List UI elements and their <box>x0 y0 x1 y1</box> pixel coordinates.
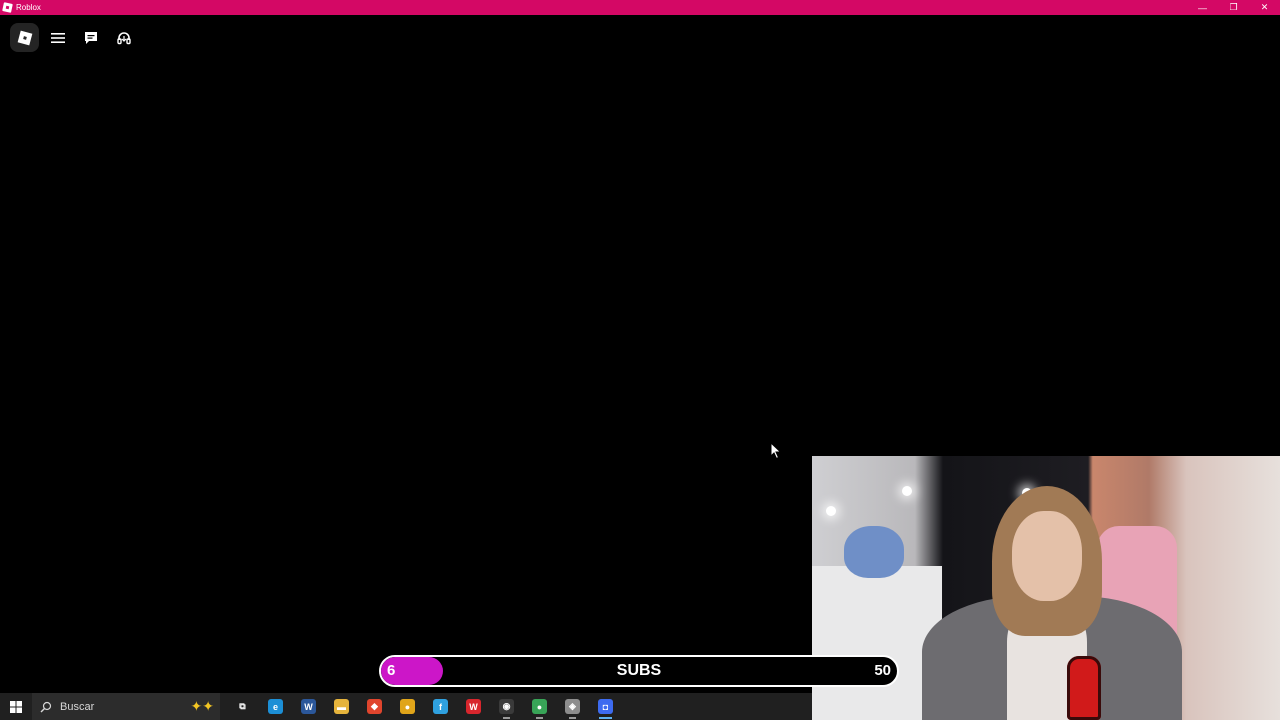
roblox-topbar <box>10 23 138 52</box>
roblox-logo-icon <box>17 30 32 45</box>
roblox-menu-button[interactable] <box>10 23 39 52</box>
windows-taskbar: Buscar ✦✦ ⧉ e W ▬ ◆ ● f W ◉ ● ◈ ◘ <box>0 693 812 720</box>
taskbar-app-obs[interactable]: ◉ <box>490 693 523 720</box>
screen: Roblox — ❐ ✕ 6 SUBS 50 Buscar ✦✦ ⧉ e W ▬… <box>0 0 1280 720</box>
taskbar-app-chrome[interactable]: ● <box>391 693 424 720</box>
chat-button[interactable] <box>76 23 105 52</box>
subs-label: SUBS <box>616 662 662 679</box>
windows-logo-icon <box>10 700 22 713</box>
voice-chat-button[interactable] <box>109 23 138 52</box>
taskbar-app-edge[interactable]: e <box>259 693 292 720</box>
roblox-app-icon <box>2 2 13 13</box>
chat-icon <box>84 31 97 44</box>
restore-button[interactable]: ❐ <box>1218 0 1249 15</box>
chrome-icon: ● <box>400 699 415 714</box>
taskbar-pinned-apps: ⧉ e W ▬ ◆ ● f W ◉ ● ◈ ◘ <box>226 693 622 720</box>
word-icon: W <box>301 699 316 714</box>
edge-icon: e <box>268 699 283 714</box>
subs-goal-count: 50 <box>874 662 891 679</box>
taskbar-app-file-explorer[interactable]: ▬ <box>325 693 358 720</box>
copilot-sparkle-icon: ✦✦ <box>190 698 214 714</box>
search-icon <box>40 701 52 712</box>
search-placeholder: Buscar <box>60 700 95 713</box>
taskbar-app-shield[interactable]: ◈ <box>556 693 589 720</box>
webcam-person-face <box>1012 511 1082 601</box>
start-button[interactable] <box>0 693 32 720</box>
minimize-button[interactable]: — <box>1187 0 1218 15</box>
obs-icon: ◉ <box>499 699 514 714</box>
wps-icon: W <box>466 699 481 714</box>
hamburger-menu-icon <box>50 32 65 43</box>
shield-icon: ◈ <box>565 699 580 714</box>
headset-icon <box>116 31 131 44</box>
recorder-icon: ◆ <box>367 699 382 714</box>
chrome-profile-icon: ● <box>532 699 547 714</box>
webcam-light <box>826 506 836 516</box>
taskbar-app-task-view[interactable]: ⧉ <box>226 693 259 720</box>
window-controls: — ❐ ✕ <box>1187 0 1280 15</box>
subs-goal-bar: 6 SUBS 50 <box>379 655 899 687</box>
task-view-icon: ⧉ <box>235 699 250 714</box>
webcam-plush-toy <box>844 526 904 578</box>
taskbar-app-word[interactable]: W <box>292 693 325 720</box>
app-f-icon: f <box>433 699 448 714</box>
taskbar-search-box[interactable]: Buscar ✦✦ <box>32 693 220 720</box>
taskbar-app-chrome-profile[interactable]: ● <box>523 693 556 720</box>
webcam-light <box>902 486 912 496</box>
file-explorer-icon: ▬ <box>334 699 349 714</box>
webcam-microphone <box>1067 656 1101 720</box>
window-titlebar: Roblox — ❐ ✕ <box>0 0 1280 15</box>
taskbar-app-app-f[interactable]: f <box>424 693 457 720</box>
roblox-taskbar-icon: ◘ <box>598 699 613 714</box>
taskbar-app-wps[interactable]: W <box>457 693 490 720</box>
close-button[interactable]: ✕ <box>1249 0 1280 15</box>
mouse-cursor-icon <box>770 442 782 460</box>
taskbar-app-roblox-taskbar[interactable]: ◘ <box>589 693 622 720</box>
taskbar-app-recorder[interactable]: ◆ <box>358 693 391 720</box>
hamburger-menu-button[interactable] <box>43 23 72 52</box>
window-title: Roblox <box>16 3 41 12</box>
